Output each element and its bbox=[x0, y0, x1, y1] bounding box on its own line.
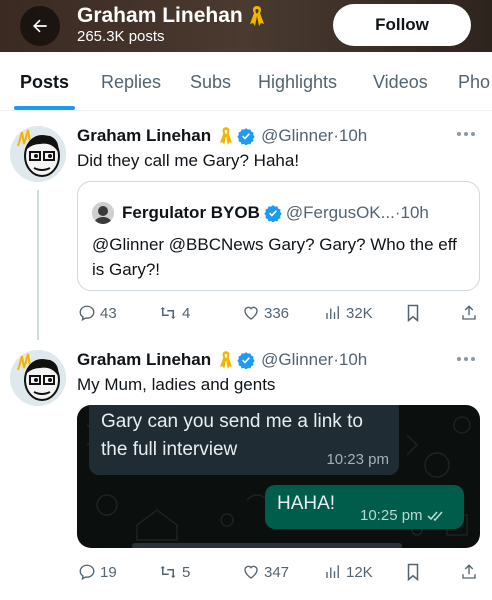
tab-subs[interactable]: Subs bbox=[190, 72, 231, 93]
repost-icon bbox=[160, 566, 176, 578]
profile-tabs: Posts Replies Subs Highlights Videos Pho bbox=[0, 52, 492, 111]
like-count: 347 bbox=[264, 563, 290, 581]
share-icon bbox=[462, 564, 476, 579]
chat-input-bar bbox=[132, 543, 402, 548]
views-count: 12K bbox=[346, 563, 373, 581]
post-text: Did they call me Gary? Haha! bbox=[77, 151, 300, 170]
verified-badge-icon bbox=[237, 128, 255, 145]
avatar-illustration bbox=[10, 350, 66, 406]
post-time[interactable]: 10h bbox=[339, 126, 367, 146]
post-text: My Mum, ladies and gents bbox=[77, 375, 276, 394]
more-icon[interactable] bbox=[457, 357, 477, 363]
posts-count: 265.3K posts bbox=[77, 28, 165, 45]
reply-button[interactable]: 43 bbox=[78, 304, 117, 322]
views-icon bbox=[326, 565, 339, 578]
views-button[interactable]: 12K bbox=[324, 563, 373, 581]
reply-count: 19 bbox=[100, 563, 117, 581]
quote-author-handle[interactable]: @FergusOK... bbox=[286, 203, 395, 223]
tab-active-indicator bbox=[14, 106, 75, 110]
verified-badge-icon bbox=[264, 205, 282, 222]
share-button[interactable] bbox=[460, 304, 478, 322]
reply-count: 43 bbox=[100, 304, 117, 322]
incoming-message-bubble: Gary can you send me a link to the full … bbox=[89, 405, 399, 475]
profile-header: Graham Linehan 265.3K posts Follow bbox=[0, 0, 492, 52]
header-title-text: Graham Linehan bbox=[77, 4, 243, 27]
ribbon-icon bbox=[220, 351, 233, 369]
repost-button[interactable]: 5 bbox=[158, 563, 190, 581]
quote-time[interactable]: 10h bbox=[400, 203, 428, 223]
outgoing-message-bubble: HAHA! 10:25 pm bbox=[265, 485, 464, 529]
avatar[interactable] bbox=[10, 126, 66, 182]
follow-button[interactable]: Follow bbox=[333, 4, 471, 46]
bookmark-icon bbox=[407, 563, 419, 581]
verified-badge-icon bbox=[237, 352, 255, 369]
outgoing-message-text: HAHA! bbox=[277, 493, 336, 514]
double-check-icon bbox=[426, 510, 443, 521]
post-header: Graham Linehan @Glinner · 10h bbox=[77, 349, 367, 371]
quote-author-name[interactable]: Fergulator BYOB bbox=[122, 203, 260, 223]
arrow-left-icon bbox=[33, 19, 47, 33]
heart-icon bbox=[244, 565, 258, 579]
post-media-image[interactable]: Gary can you send me a link to the full … bbox=[77, 405, 480, 548]
quote-text: @Glinner @BBCNews Gary? Gary? Who the ef… bbox=[92, 235, 457, 279]
repost-count: 5 bbox=[182, 563, 191, 581]
reply-icon bbox=[79, 564, 95, 581]
author-handle[interactable]: @Glinner bbox=[261, 126, 333, 146]
ribbon-icon bbox=[249, 6, 264, 26]
author-name[interactable]: Graham Linehan bbox=[77, 350, 211, 370]
like-count: 336 bbox=[264, 304, 290, 322]
avatar-illustration bbox=[10, 126, 66, 182]
author-name[interactable]: Graham Linehan bbox=[77, 126, 211, 146]
header-title: Graham Linehan bbox=[77, 4, 265, 28]
back-button[interactable] bbox=[20, 6, 60, 46]
quoted-post[interactable]: Fergulator BYOB @FergusOK... · 10h @Glin… bbox=[77, 181, 480, 291]
avatar-illustration bbox=[92, 202, 114, 224]
bookmark-icon bbox=[407, 304, 419, 322]
avatar[interactable] bbox=[92, 202, 114, 224]
author-handle[interactable]: @Glinner bbox=[261, 350, 333, 370]
bookmark-button[interactable] bbox=[405, 563, 421, 581]
views-count: 32K bbox=[346, 304, 373, 322]
quote-header: Fergulator BYOB @FergusOK... · 10h bbox=[92, 202, 429, 224]
outgoing-message-time: 10:25 pm bbox=[360, 507, 423, 524]
heart-icon bbox=[244, 306, 258, 320]
outgoing-message-meta: 10:25 pm bbox=[360, 507, 445, 524]
repost-button[interactable]: 4 bbox=[158, 304, 190, 322]
bookmark-button[interactable] bbox=[405, 304, 421, 322]
like-button[interactable]: 347 bbox=[242, 563, 289, 581]
tab-replies[interactable]: Replies bbox=[101, 72, 161, 93]
more-icon[interactable] bbox=[457, 132, 477, 138]
share-icon bbox=[462, 305, 476, 320]
post-actions: 43 4 336 32K bbox=[0, 304, 492, 324]
views-icon bbox=[326, 306, 339, 319]
incoming-message-time: 10:23 pm bbox=[326, 451, 389, 468]
avatar[interactable] bbox=[10, 350, 66, 406]
views-button[interactable]: 32K bbox=[324, 304, 373, 322]
repost-icon bbox=[160, 307, 176, 319]
reply-button[interactable]: 19 bbox=[78, 563, 117, 581]
tab-posts[interactable]: Posts bbox=[20, 72, 69, 93]
post-actions: 19 5 347 12K bbox=[0, 563, 492, 583]
ribbon-icon bbox=[220, 127, 233, 145]
share-button[interactable] bbox=[460, 563, 478, 581]
post-header: Graham Linehan @Glinner · 10h bbox=[77, 125, 367, 147]
post-time[interactable]: 10h bbox=[339, 350, 367, 370]
tab-videos[interactable]: Videos bbox=[373, 72, 428, 93]
tab-highlights[interactable]: Highlights bbox=[258, 72, 337, 93]
tab-photos[interactable]: Pho bbox=[458, 72, 490, 93]
like-button[interactable]: 336 bbox=[242, 304, 289, 322]
repost-count: 4 bbox=[182, 304, 191, 322]
reply-icon bbox=[79, 305, 95, 322]
